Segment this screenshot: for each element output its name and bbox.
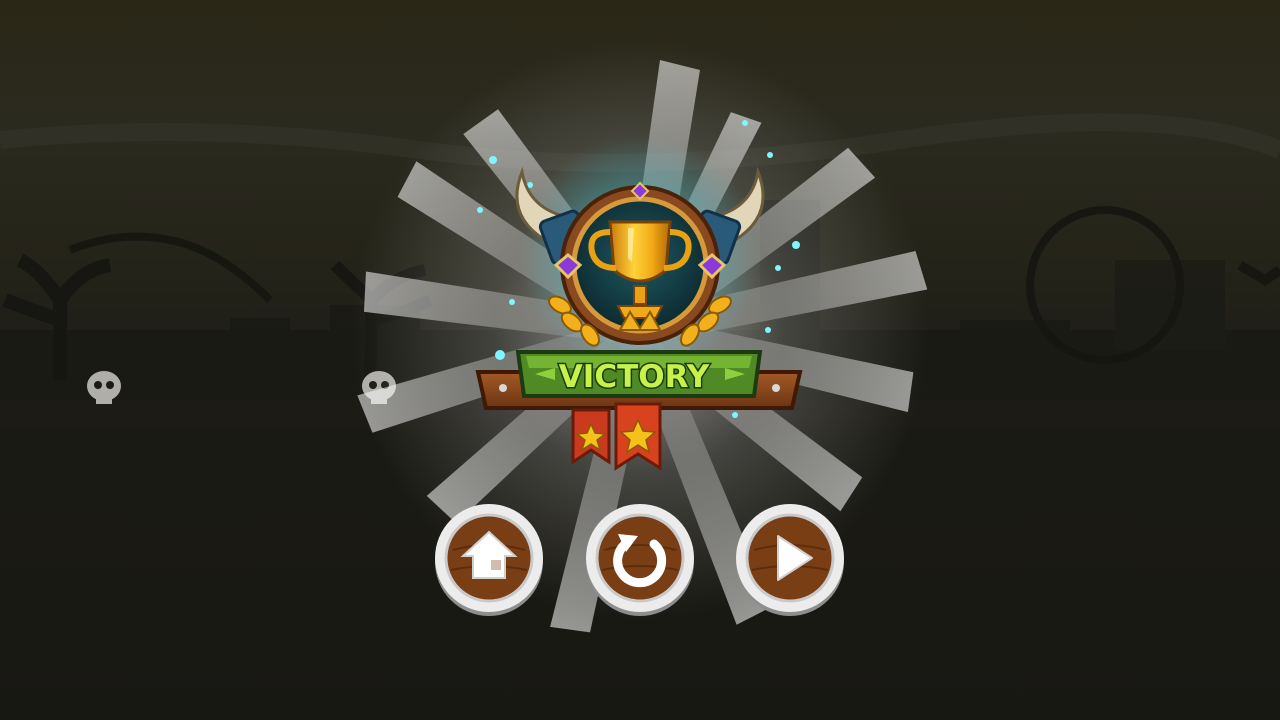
home-icon [435,504,543,616]
play-icon [736,504,844,616]
next-button[interactable] [734,500,846,620]
replay-button[interactable] [584,500,696,620]
victory-title: VICTORY [559,359,710,395]
action-buttons [0,500,1280,625]
home-button[interactable] [433,500,545,620]
replay-icon [586,504,694,616]
